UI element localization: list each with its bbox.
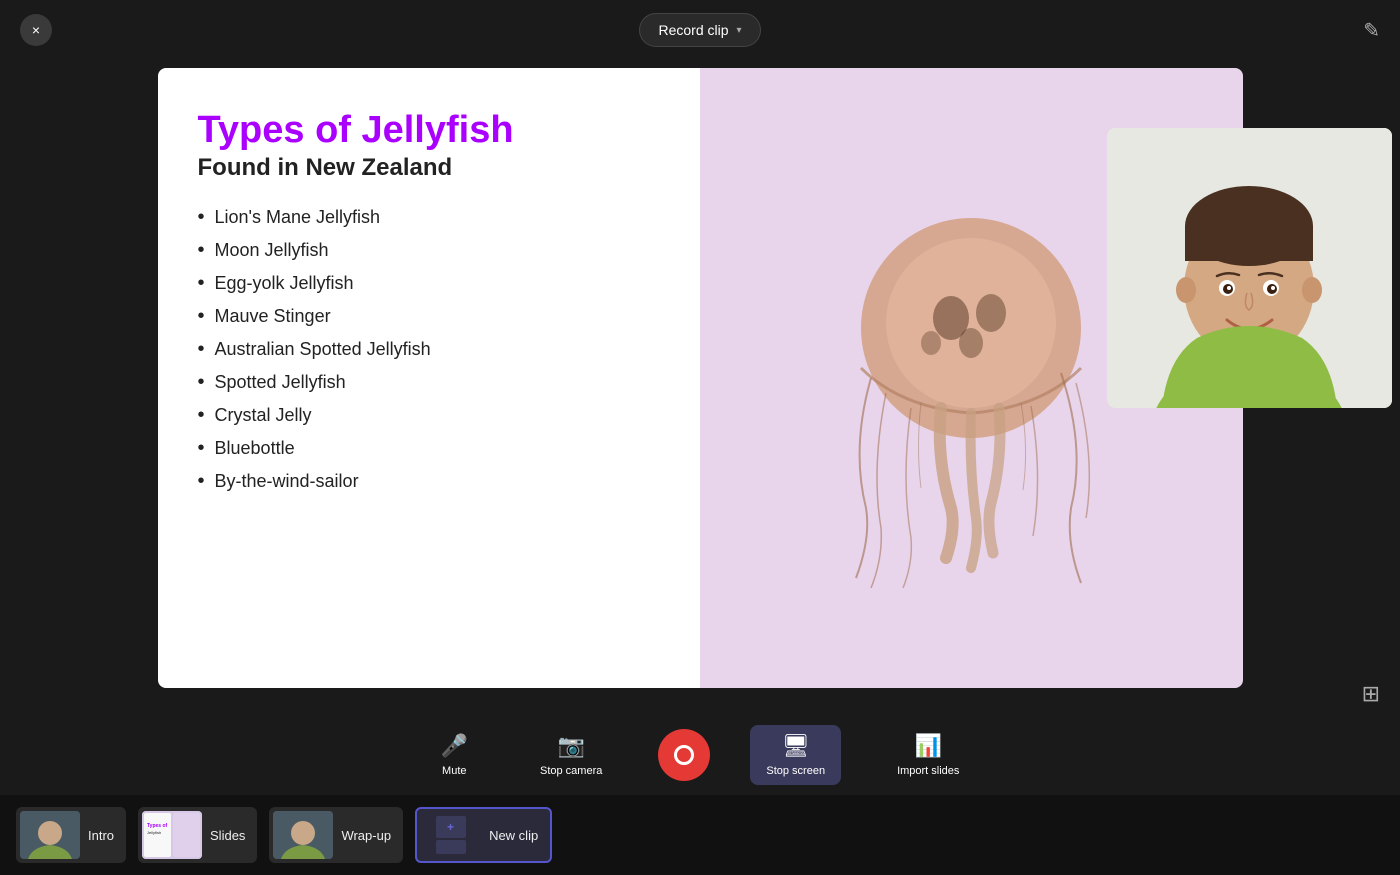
list-item: Spotted Jellyfish — [198, 371, 661, 394]
stop-screen-button[interactable]: 🖥 Stop screen — [750, 725, 841, 785]
camera-icon: 📷 — [557, 733, 584, 759]
thumbnail-strip: Intro Types of Jellyfish Slides Wrap-up — [0, 795, 1400, 875]
import-icon: 📊 — [915, 733, 942, 759]
list-item: Egg-yolk Jellyfish — [198, 272, 661, 295]
thumbnail-slides[interactable]: Types of Jellyfish Slides — [138, 807, 257, 863]
person-svg — [1107, 128, 1392, 408]
svg-text:Jellyfish: Jellyfish — [147, 830, 161, 835]
mute-label: Mute — [442, 765, 466, 777]
close-button[interactable]: × — [20, 14, 52, 46]
import-slides-label: Import slides — [897, 765, 959, 777]
thumbnail-new-clip[interactable]: + New clip — [415, 807, 552, 863]
list-item: Crystal Jelly — [198, 404, 661, 427]
main-area: Types of Jellyfish Found in New Zealand … — [0, 60, 1400, 715]
slide-left: Types of Jellyfish Found in New Zealand … — [158, 68, 701, 688]
stop-screen-label: Stop screen — [766, 765, 825, 777]
dropdown-arrow-icon: ▾ — [737, 25, 742, 36]
list-item: Bluebottle — [198, 437, 661, 460]
top-bar: × Record clip ▾ ✎ — [0, 0, 1400, 60]
record-clip-button[interactable]: Record clip ▾ — [639, 13, 760, 47]
thumb-intro-label: Intro — [88, 828, 114, 843]
camera-preview — [1107, 128, 1392, 408]
screen-icon: 🖥 — [782, 733, 810, 759]
thumbnail-intro[interactable]: Intro — [16, 807, 126, 863]
list-item: Moon Jellyfish — [198, 239, 661, 262]
svg-text:Types of: Types of — [147, 823, 168, 829]
record-clip-label: Record clip — [658, 22, 728, 38]
slide-subtitle: Found in New Zealand — [198, 154, 661, 182]
stop-camera-button[interactable]: 📷 Stop camera — [524, 725, 618, 785]
thumb-new-clip-label: New clip — [489, 828, 538, 843]
bottom-controls: 🎤 Mute 📷 Stop camera 🖥 Stop screen 📊 Imp… — [0, 715, 1400, 795]
edit-button[interactable]: ✎ — [1363, 18, 1380, 43]
layout-icon: ⊞ — [1362, 681, 1380, 706]
thumbnail-wrapup[interactable]: Wrap-up — [269, 807, 403, 863]
thumb-wrapup-image — [273, 811, 333, 859]
thumb-slides-label: Slides — [210, 828, 245, 843]
slide-container: Types of Jellyfish Found in New Zealand … — [158, 68, 1243, 688]
mute-button[interactable]: 🎤 Mute — [425, 725, 484, 785]
thumb-intro-image — [20, 811, 80, 859]
list-item: By-the-wind-sailor — [198, 470, 661, 493]
thumb-new-image: + — [421, 811, 481, 859]
stop-camera-label: Stop camera — [540, 765, 602, 777]
thumb-slides-image: Types of Jellyfish — [142, 811, 202, 859]
record-main-button[interactable] — [658, 729, 710, 781]
person-video — [1107, 128, 1392, 408]
record-indicator — [674, 745, 694, 765]
list-item: Australian Spotted Jellyfish — [198, 338, 661, 361]
list-item: Mauve Stinger — [198, 305, 661, 328]
jellyfish-svg — [821, 168, 1121, 588]
import-slides-button[interactable]: 📊 Import slides — [881, 725, 975, 785]
edit-icon: ✎ — [1363, 20, 1380, 42]
mute-icon: 🎤 — [441, 733, 468, 759]
slide-list: Lion's Mane Jellyfish Moon Jellyfish Egg-y… — [198, 206, 661, 493]
thumb-wrapup-label: Wrap-up — [341, 828, 391, 843]
svg-text:+: + — [447, 820, 454, 834]
list-item: Lion's Mane Jellyfish — [198, 206, 661, 229]
slide-title: Types of Jellyfish — [198, 108, 661, 154]
layout-toggle-button[interactable]: ⊞ — [1362, 681, 1380, 707]
